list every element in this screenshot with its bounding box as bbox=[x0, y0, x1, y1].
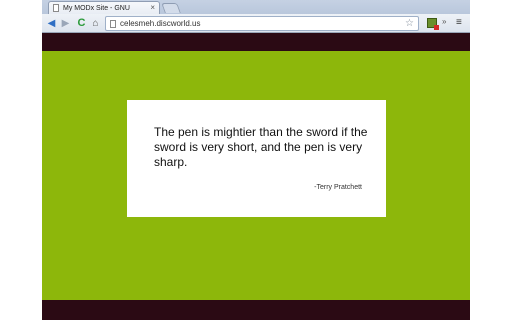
bottom-band bbox=[42, 300, 470, 320]
browser-tab[interactable]: My MODx Site - GNU × bbox=[48, 1, 160, 14]
reload-icon[interactable]: C bbox=[75, 17, 88, 30]
tab-strip: My MODx Site - GNU × bbox=[42, 0, 470, 14]
close-icon[interactable]: × bbox=[150, 3, 155, 12]
home-icon[interactable]: ⌂ bbox=[89, 17, 102, 30]
quote-author: -Terry Pratchett bbox=[314, 184, 362, 191]
browser-window: My MODx Site - GNU × ◀ ▶ C ⌂ celesmeh.di… bbox=[42, 0, 470, 320]
extension-icon[interactable] bbox=[427, 18, 439, 30]
tab-title: My MODx Site - GNU bbox=[63, 4, 130, 12]
address-bar[interactable]: celesmeh.discworld.us ☆ bbox=[105, 16, 419, 31]
forward-arrow-icon[interactable]: ▶ bbox=[59, 17, 72, 30]
url-text: celesmeh.discworld.us bbox=[120, 19, 201, 28]
menu-icon[interactable]: ≡ bbox=[456, 17, 462, 28]
extensions-overflow-icon[interactable]: » bbox=[442, 17, 446, 26]
quote-text: The pen is mightier than the sword if th… bbox=[154, 125, 368, 169]
page-content: The pen is mightier than the sword if th… bbox=[42, 33, 470, 320]
quote-box: The pen is mightier than the sword if th… bbox=[127, 100, 386, 217]
page-icon bbox=[53, 4, 59, 12]
browser-toolbar: ◀ ▶ C ⌂ celesmeh.discworld.us ☆ » ≡ bbox=[42, 14, 470, 33]
page-icon bbox=[110, 19, 116, 28]
back-arrow-icon[interactable]: ◀ bbox=[45, 17, 58, 30]
new-tab-button[interactable] bbox=[161, 3, 181, 13]
bookmark-star-icon[interactable]: ☆ bbox=[405, 18, 414, 29]
top-band bbox=[42, 33, 470, 51]
